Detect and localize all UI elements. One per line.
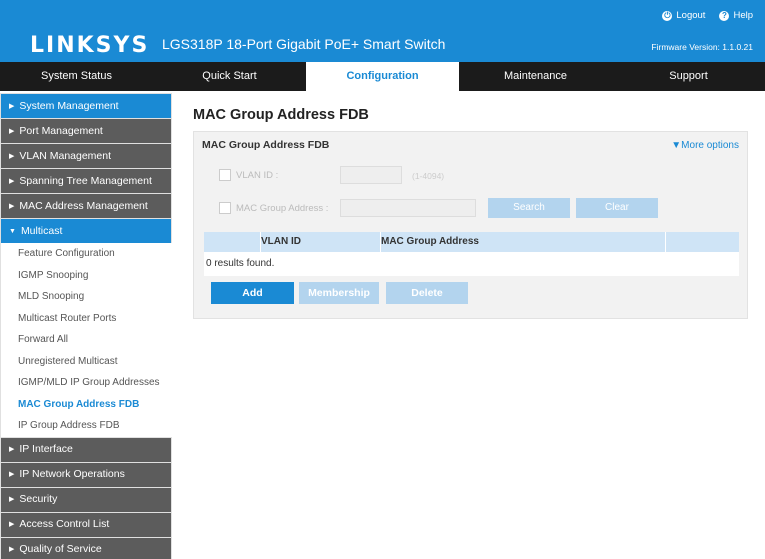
mac-group-address-input[interactable] (340, 199, 476, 217)
caret-right-icon: ▶ (9, 177, 15, 185)
caret-right-icon: ▶ (9, 496, 15, 503)
results-status: 0 results found. (204, 252, 739, 276)
mac-group-fdb-panel: MAC Group Address FDB ▼More options VLAN… (193, 131, 748, 319)
sidebar-item-system-management[interactable]: ▶ System Management (0, 93, 172, 118)
vlan-id-input[interactable] (340, 166, 402, 184)
sidebar-sub-forward-all[interactable]: Forward All (0, 329, 172, 351)
sidebar-item-access-control-list[interactable]: ▶ Access Control List (0, 511, 172, 537)
mac-group-address-column-header: MAC Group Address (381, 232, 666, 252)
sidebar-item-label: Access Control List (19, 518, 110, 530)
sidebar-sub-feature-configuration[interactable]: Feature Configuration (0, 243, 172, 265)
caret-down-icon: ▼ (9, 227, 16, 235)
tab-support[interactable]: Support (612, 62, 765, 91)
sidebar-item-ip-interface[interactable]: ▶ IP Interface (0, 436, 172, 462)
sidebar-item-label: IP Interface (19, 443, 73, 455)
vlan-filter-row: VLAN ID : (219, 169, 278, 181)
logout-label: Logout (676, 10, 706, 21)
sidebar-item-mac-address-management[interactable]: ▶ MAC Address Management (0, 193, 172, 218)
sidebar-sub-mld-snooping[interactable]: MLD Snooping (0, 286, 172, 308)
vlan-id-checkbox[interactable] (219, 169, 231, 181)
product-title: LGS318P 18-Port Gigabit PoE+ Smart Switc… (162, 36, 446, 52)
tab-configuration[interactable]: Configuration (306, 62, 459, 91)
caret-right-icon: ▶ (9, 471, 15, 478)
top-links: ⏻ Logout ? Help (662, 10, 753, 21)
help-link[interactable]: ? Help (719, 10, 753, 21)
mac-group-address-label: MAC Group Address : (236, 202, 329, 214)
sidebar-item-label: Quality of Service (19, 543, 102, 555)
vlan-id-column-header: VLAN ID (261, 232, 381, 252)
sidebar: ▶ System Management ▶ Port Management ▶ VLA… (0, 93, 172, 559)
clear-button[interactable]: Clear (576, 198, 658, 218)
caret-right-icon: ▶ (9, 102, 15, 110)
logout-link[interactable]: ⏻ Logout (662, 10, 705, 21)
sidebar-sub-mac-group-address-fdb[interactable]: MAC Group Address FDB (0, 393, 172, 415)
firmware-version: Firmware Version: 1.1.0.21 (651, 42, 753, 52)
caret-right-icon: ▶ (9, 202, 15, 210)
sidebar-item-label: VLAN Management (19, 149, 112, 162)
vlan-id-range-hint: (1-4094) (412, 171, 445, 181)
sidebar-sub-multicast-router-ports[interactable]: Multicast Router Ports (0, 307, 172, 329)
tab-quick-start[interactable]: Quick Start (153, 62, 306, 91)
sidebar-item-label: System Management (19, 99, 119, 112)
linksys-logo: LINKSYS (30, 33, 150, 58)
sidebar-item-spanning-tree[interactable]: ▶ Spanning Tree Management (0, 168, 172, 193)
delete-button[interactable]: Delete (386, 282, 468, 304)
membership-button[interactable]: Membership (299, 282, 379, 304)
sidebar-sub-unregistered-multicast[interactable]: Unregistered Multicast (0, 350, 172, 372)
tab-maintenance[interactable]: Maintenance (459, 62, 612, 91)
sidebar-item-label: IP Network Operations (19, 468, 125, 480)
sidebar-item-port-management[interactable]: ▶ Port Management (0, 118, 172, 143)
sidebar-item-vlan-management[interactable]: ▶ VLAN Management (0, 143, 172, 168)
sidebar-sub-ip-group-address-fdb[interactable]: IP Group Address FDB (0, 415, 172, 437)
caret-right-icon: ▶ (9, 546, 15, 553)
add-button[interactable]: Add (211, 282, 294, 304)
select-column-header (204, 232, 261, 252)
sidebar-item-label: Security (19, 493, 58, 505)
multicast-submenu: Feature Configuration IGMP Snooping MLD … (0, 243, 172, 437)
vlan-id-label: VLAN ID : (236, 169, 279, 181)
main-nav: System Status Quick Start Configuration … (0, 62, 765, 91)
extra-column-header (666, 232, 739, 252)
sidebar-item-label: Spanning Tree Management (19, 174, 152, 187)
caret-right-icon: ▶ (9, 127, 15, 135)
sidebar-item-ip-network-operations[interactable]: ▶ IP Network Operations (0, 461, 172, 487)
sidebar-item-quality-of-service[interactable]: ▶ Quality of Service (0, 536, 172, 559)
caret-right-icon: ▶ (9, 152, 15, 160)
help-label: Help (733, 10, 753, 21)
sidebar-item-label: Port Management (19, 124, 103, 137)
search-button[interactable]: Search (488, 198, 570, 218)
sidebar-sub-igmp-mld-ip-group[interactable]: IGMP/MLD IP Group Addresses (0, 372, 172, 394)
sidebar-item-multicast[interactable]: ▼ Multicast (0, 218, 172, 243)
sidebar-item-label: Multicast (20, 224, 63, 237)
mac-group-address-checkbox[interactable] (219, 202, 231, 214)
more-options-link[interactable]: ▼More options (671, 140, 739, 151)
sidebar-sub-igmp-snooping[interactable]: IGMP Snooping (0, 264, 172, 286)
power-icon: ⏻ (662, 10, 673, 21)
header-bar: LINKSYS LGS318P 18-Port Gigabit PoE+ Sma… (0, 0, 765, 62)
table-header: VLAN ID MAC Group Address (204, 232, 739, 252)
page-title: MAC Group Address FDB (193, 107, 369, 123)
sidebar-item-label: MAC Address Management (19, 199, 148, 212)
mac-filter-row: MAC Group Address : (219, 202, 328, 214)
help-icon: ? (719, 10, 730, 21)
sidebar-item-security[interactable]: ▶ Security (0, 486, 172, 512)
tab-system-status[interactable]: System Status (0, 62, 153, 91)
caret-right-icon: ▶ (9, 521, 15, 528)
panel-title: MAC Group Address FDB (202, 139, 330, 151)
caret-right-icon: ▶ (9, 446, 15, 453)
